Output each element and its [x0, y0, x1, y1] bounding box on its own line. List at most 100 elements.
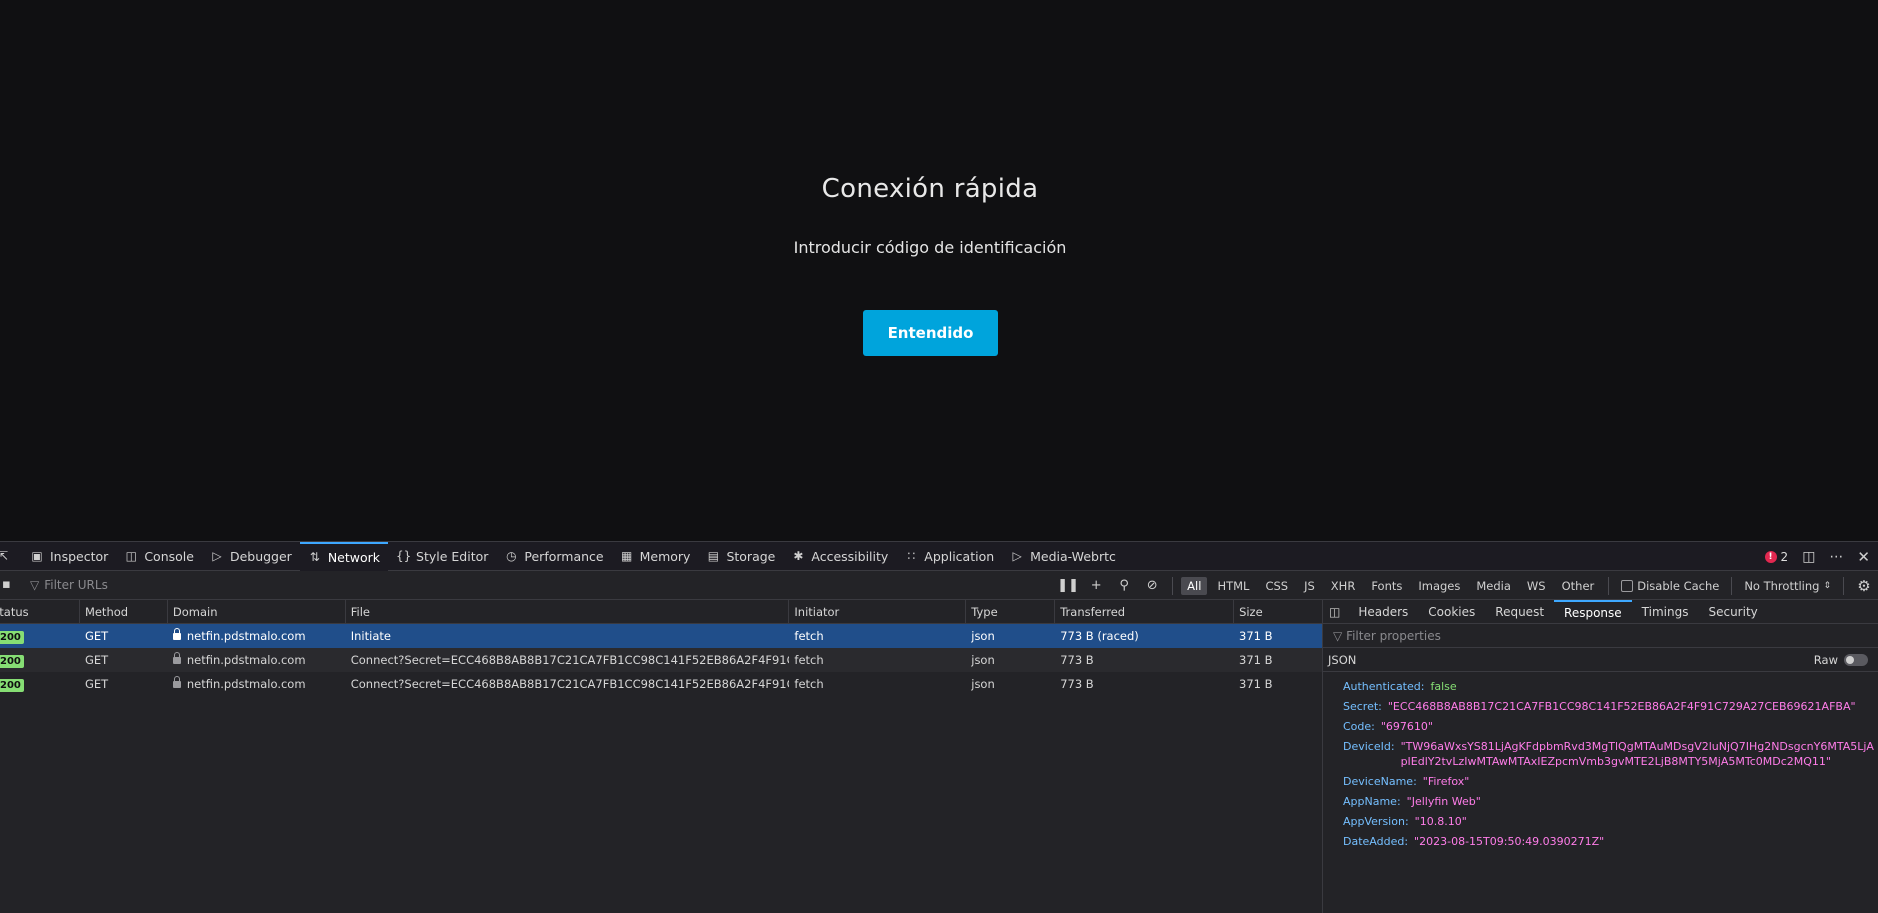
request-method: GET — [84, 677, 109, 691]
tab-performance[interactable]: ◷ Performance — [496, 542, 611, 571]
tab-console[interactable]: ◫ Console — [116, 542, 202, 571]
raw-toggle[interactable]: Raw — [1814, 653, 1868, 667]
error-count-badge[interactable]: ! 2 — [1764, 550, 1788, 564]
status-badge: 200 — [0, 631, 24, 644]
request-initiator: fetch — [794, 653, 824, 667]
lock-icon — [172, 676, 181, 688]
page-content: Conexión rápida Introducir código de ide… — [0, 0, 1878, 541]
column-status[interactable]: Status — [0, 600, 80, 624]
request-transferred: 773 B — [1060, 677, 1094, 691]
tab-style-editor[interactable]: {} Style Editor — [388, 542, 496, 571]
tab-inspector[interactable]: ▣ Inspector — [22, 542, 116, 571]
accessibility-icon: ✱ — [793, 549, 804, 563]
request-row[interactable]: 200 GET netfin.pdstmalo.com Connect?Secr… — [0, 672, 1322, 696]
style-editor-icon: {} — [396, 549, 412, 563]
tab-request[interactable]: Request — [1485, 600, 1554, 624]
request-type: json — [971, 653, 995, 667]
request-method: GET — [84, 629, 109, 643]
disable-cache-checkbox[interactable]: Disable Cache — [1615, 579, 1725, 593]
dock-icon[interactable]: ◫ — [1802, 549, 1815, 565]
request-file: Initiate — [350, 629, 391, 643]
json-property: Code: "697610" — [1343, 720, 1433, 733]
request-table-header: Status Method Domain File Initiator Type… — [0, 600, 1322, 624]
column-method[interactable]: Method — [80, 600, 168, 624]
toggle-switch — [1844, 653, 1868, 666]
json-property: AppName: "Jellyfin Web" — [1343, 795, 1481, 808]
filter-icon: ▽ — [30, 578, 40, 592]
status-badge: 200 — [0, 655, 24, 668]
lock-icon — [172, 652, 181, 664]
filter-urls-input[interactable]: ▽ Filter URLs — [30, 578, 108, 592]
throttling-select[interactable]: No Throttling ⇕ — [1738, 579, 1837, 593]
page-title: Conexión rápida — [821, 174, 1039, 204]
request-method: GET — [84, 653, 109, 667]
request-size: 371 B — [1239, 677, 1273, 691]
details-tabs: ◫ Headers Cookies Request Response Timin… — [1323, 599, 1878, 624]
block-icon[interactable]: ⊘ — [1138, 578, 1166, 593]
type-filter-fonts[interactable]: Fonts — [1365, 577, 1408, 595]
more-options-icon[interactable]: ⋯ — [1829, 549, 1843, 565]
request-details-panel: ◫ Headers Cookies Request Response Timin… — [1323, 599, 1878, 913]
tab-cookies[interactable]: Cookies — [1418, 600, 1485, 624]
request-row[interactable]: 200 GET netfin.pdstmalo.com Initiate fet… — [0, 624, 1322, 648]
tab-accessibility[interactable]: ✱ Accessibility — [783, 542, 896, 571]
pick-element-button[interactable]: ⇱ — [0, 542, 22, 571]
type-filter-ws[interactable]: WS — [1521, 577, 1552, 595]
type-filter-all[interactable]: All — [1181, 576, 1208, 595]
lock-icon — [172, 628, 181, 640]
filter-icon: ▽ — [1333, 629, 1343, 643]
request-transferred: 773 B — [1060, 653, 1094, 667]
tab-storage[interactable]: ▤ Storage — [698, 542, 783, 571]
json-header: JSON Raw — [1323, 648, 1878, 672]
column-domain[interactable]: Domain — [168, 600, 346, 624]
column-type[interactable]: Type — [966, 600, 1056, 624]
json-property: DeviceName: "Firefox" — [1343, 775, 1470, 788]
inspector-icon: ▣ — [31, 549, 43, 563]
request-type: json — [971, 677, 995, 691]
tab-security[interactable]: Security — [1698, 600, 1767, 624]
type-filter-other[interactable]: Other — [1556, 577, 1601, 595]
settings-gear-icon[interactable]: ⚙ — [1850, 577, 1878, 595]
json-property: DeviceId: "TW96aWxsYS81LjAgKFdpbmRvd3MgTl… — [1343, 740, 1874, 768]
request-transferred: 773 B (raced) — [1060, 629, 1139, 643]
add-icon[interactable]: + — [1082, 578, 1110, 593]
pause-icon[interactable]: ❚❚ — [1054, 578, 1082, 593]
column-initiator[interactable]: Initiator — [789, 600, 967, 624]
tab-media-webrtc[interactable]: ▷ Media-Webrtc — [1002, 542, 1124, 571]
type-filter-media[interactable]: Media — [1470, 577, 1517, 595]
tab-network[interactable]: ⇅ Network — [299, 541, 389, 571]
media-webrtc-icon: ▷ — [1012, 549, 1022, 563]
search-icon[interactable]: ⚲ — [1110, 578, 1138, 593]
filter-bar-controls: ❚❚ + ⚲ ⊘ All HTML CSS JS XHR Fonts Image… — [1054, 571, 1878, 600]
close-icon[interactable]: ✕ — [1857, 548, 1870, 566]
request-domain: netfin.pdstmalo.com — [186, 677, 306, 691]
devtools-toolbar: ⇱ ▣ Inspector ◫ Console ▷ Debugger ⇅ Network… — [0, 541, 1878, 571]
tab-timings[interactable]: Timings — [1632, 600, 1699, 624]
column-transferred[interactable]: Transferred — [1055, 600, 1235, 624]
tab-memory[interactable]: ▦ Memory — [612, 542, 699, 571]
separator — [1843, 576, 1844, 595]
type-filter-images[interactable]: Images — [1412, 577, 1466, 595]
type-filter-css[interactable]: CSS — [1259, 577, 1294, 595]
clear-log-icon[interactable]: ▪ — [2, 577, 11, 592]
tab-application[interactable]: ∷ Application — [896, 542, 1002, 571]
entendido-button[interactable]: Entendido — [863, 310, 998, 356]
column-size[interactable]: Size — [1234, 600, 1322, 624]
separator — [1731, 576, 1733, 595]
request-size: 371 B — [1239, 653, 1273, 667]
request-row[interactable]: 200 GET netfin.pdstmalo.com Connect?Secr… — [0, 648, 1322, 672]
tab-debugger[interactable]: ▷ Debugger — [202, 542, 300, 571]
memory-icon: ▦ — [620, 549, 633, 563]
tab-headers[interactable]: Headers — [1348, 600, 1418, 624]
filter-properties-input[interactable]: ▽ Filter properties — [1323, 624, 1878, 648]
type-filter-xhr[interactable]: XHR — [1325, 577, 1362, 595]
request-size: 371 B — [1239, 629, 1273, 643]
storage-icon: ▤ — [707, 549, 720, 563]
column-file[interactable]: File — [346, 600, 790, 624]
tab-response[interactable]: Response — [1554, 599, 1632, 624]
type-filter-html[interactable]: HTML — [1211, 577, 1255, 595]
separator — [1608, 576, 1610, 595]
json-property: Authenticated: false — [1343, 680, 1457, 693]
toggle-sidebar-icon[interactable]: ◫ — [1323, 605, 1348, 619]
type-filter-js[interactable]: JS — [1298, 577, 1321, 595]
